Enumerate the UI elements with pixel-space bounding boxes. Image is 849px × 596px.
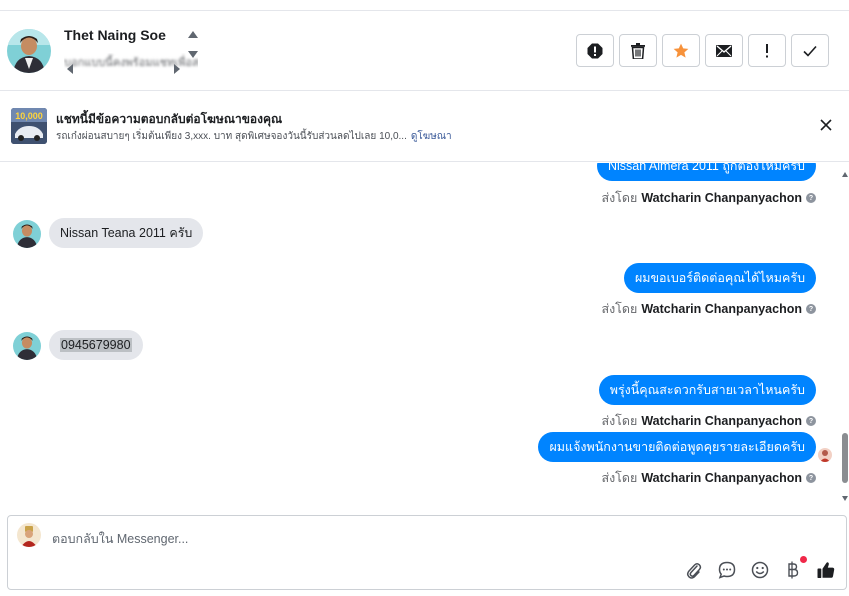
ad-description: รถเก๋งผ่อนสบายๆ เริ่มต้นเพียง 3,xxx. บาท… [56, 129, 452, 144]
sent-by-label: ส่งโดย Watcharin Chanpanyachon ? [601, 299, 816, 319]
outgoing-message[interactable]: Nissan Almera 2011 ถูกต้องไหมครับ [596, 163, 816, 181]
close-icon[interactable] [819, 118, 833, 132]
outgoing-message[interactable]: ผมขอเบอร์ติดต่อคุณได้ไหมครับ [623, 263, 816, 293]
reply-input[interactable] [52, 530, 652, 548]
thumbs-up-icon [817, 562, 835, 578]
name-scroll-arrows [188, 27, 200, 71]
outgoing-message[interactable]: ผมแจ้งพนักงานขายติดต่อพูดคุยรายละเอียดคร… [538, 432, 816, 462]
sent-by-name: Watcharin Chanpanyachon [641, 191, 802, 205]
ad-reply-title: แชทนี้มีข้อความตอบกลับต่อโฆษณาของคุณ [56, 112, 283, 126]
saved-replies-button[interactable] [717, 560, 737, 580]
sent-by-prefix: ส่งโดย [601, 302, 638, 316]
emoji-button[interactable] [750, 560, 770, 580]
contact-avatar[interactable] [7, 29, 51, 73]
sent-by-name: Watcharin Chanpanyachon [641, 302, 802, 316]
spam-alert-icon [587, 43, 603, 58]
baht-icon [788, 561, 799, 579]
message-list: Nissan Almera 2011 ถูกต้องไหมครับ ส่งโดย… [0, 163, 849, 510]
ad-thumb-text: 10,000 [15, 111, 43, 121]
mark-done-button[interactable] [791, 34, 829, 67]
conversation-header: Thet Naing Soe บอกแบบนี้คงพร้อมแชทเพื่อส… [0, 10, 849, 91]
conversation-actions [576, 34, 829, 67]
delete-button[interactable] [619, 34, 657, 67]
contact-message-avatar[interactable] [13, 220, 41, 248]
notification-dot [800, 556, 807, 563]
attach-file-button[interactable] [684, 560, 704, 580]
like-button[interactable] [816, 560, 836, 580]
envelope-icon [716, 44, 732, 57]
star-icon [673, 43, 689, 58]
reply-composer [7, 515, 847, 590]
contact-name[interactable]: Thet Naing Soe [64, 27, 166, 43]
help-icon[interactable]: ? [806, 304, 816, 314]
sent-by-label: ส่งโดย Watcharin Chanpanyachon ? [601, 468, 816, 488]
incoming-message-phone[interactable]: 0945679980 [49, 330, 143, 360]
sent-by-prefix: ส่งโดย [601, 471, 638, 485]
scrollbar-thumb[interactable] [842, 433, 848, 483]
contact-message-avatar[interactable] [13, 332, 41, 360]
outgoing-message[interactable]: พรุ่งนี้คุณสะดวกรับสายเวลาไหนครับ [598, 375, 816, 405]
phone-number-text[interactable]: 0945679980 [60, 338, 132, 352]
sent-by-prefix: ส่งโดย [601, 191, 638, 205]
checkmark-icon [803, 45, 817, 57]
help-icon[interactable]: ? [806, 473, 816, 483]
mark-unread-button[interactable] [705, 34, 743, 67]
incoming-message[interactable]: Nissan Teana 2011 ครับ [49, 218, 204, 248]
scroll-up-arrow-icon[interactable] [188, 31, 198, 38]
sent-by-name: Watcharin Chanpanyachon [641, 414, 802, 428]
view-ad-link[interactable]: ดูโฆษณา [411, 131, 452, 142]
sent-by-label: ส่งโดย Watcharin Chanpanyachon ? [601, 411, 816, 431]
sent-by-label: ส่งโดย Watcharin Chanpanyachon ? [601, 188, 816, 208]
scroll-right-arrow-icon[interactable] [174, 64, 180, 74]
trash-icon [631, 42, 645, 59]
exclamation-icon [766, 43, 768, 57]
page-avatar [17, 523, 41, 547]
composer-tools [684, 556, 836, 580]
ad-thumbnail[interactable]: 10,000 [11, 108, 47, 144]
scrollbar-down-arrow-icon[interactable] [842, 496, 848, 501]
scrollbar-up-arrow-icon[interactable] [842, 172, 848, 177]
payment-button[interactable] [783, 556, 807, 580]
sent-by-prefix: ส่งโดย [601, 414, 638, 428]
message-scrollbar[interactable] [841, 163, 849, 510]
ad-description-text: รถเก๋งผ่อนสบายๆ เริ่มต้นเพียง 3,xxx. บาท… [56, 131, 407, 142]
sent-by-name: Watcharin Chanpanyachon [641, 471, 802, 485]
help-icon[interactable]: ? [806, 193, 816, 203]
seen-indicator-avatar [818, 448, 832, 462]
mark-spam-button[interactable] [576, 34, 614, 67]
star-button[interactable] [662, 34, 700, 67]
messenger-inbox-thread: Thet Naing Soe บอกแบบนี้คงพร้อมแชทเพื่อส… [0, 0, 849, 596]
scroll-left-arrow-icon[interactable] [67, 64, 73, 74]
paperclip-icon [686, 563, 702, 579]
follow-up-button[interactable] [748, 34, 786, 67]
smiley-icon [751, 561, 769, 579]
scroll-down-arrow-icon[interactable] [188, 51, 198, 58]
ad-reply-banner: 10,000 แชทนี้มีข้อความตอบกลับต่อโฆษณาของ… [0, 92, 849, 162]
speech-bubble-icon [718, 561, 736, 579]
help-icon[interactable]: ? [806, 416, 816, 426]
